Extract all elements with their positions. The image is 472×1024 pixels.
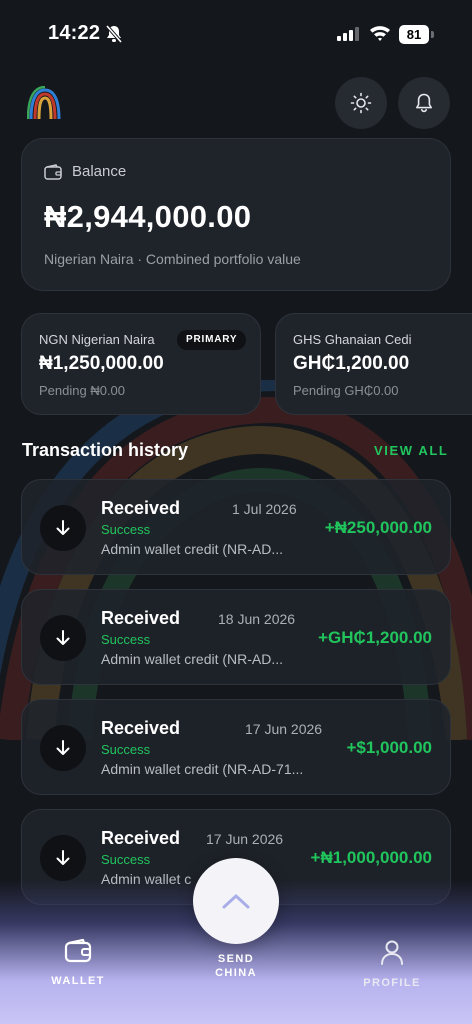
transaction-row[interactable]: Received 17 Jun 2026 Success Admin walle…: [21, 699, 451, 795]
send-china-label: SEND CHINA: [196, 952, 276, 980]
transaction-status: Success: [101, 852, 151, 867]
battery-tip: [431, 31, 434, 38]
send-china-button[interactable]: [193, 858, 279, 944]
transaction-description: Admin wallet credit (NR-AD...: [101, 541, 284, 557]
nav-profile[interactable]: PROFILE: [352, 938, 432, 989]
app-logo: [27, 86, 61, 120]
battery-indicator: 81: [399, 25, 429, 44]
transaction-description: Admin wallet credit (NR-AD...: [101, 651, 284, 667]
balance-card: Balance ₦2,944,000.00 Nigerian Naira · C…: [21, 138, 451, 291]
bell-slash-icon: [105, 24, 123, 44]
currency-amount: ₦1,250,000.00: [39, 353, 164, 374]
arrow-down-icon: [40, 835, 86, 881]
nav-profile-label: PROFILE: [363, 977, 421, 989]
nav-wallet[interactable]: WALLET: [38, 938, 118, 987]
transaction-type: Received: [101, 608, 181, 628]
wifi-icon: [370, 26, 390, 41]
transaction-type: Received: [101, 498, 181, 518]
currency-card-ngn[interactable]: NGN Nigerian Naira PRIMARY ₦1,250,000.00…: [21, 313, 261, 415]
balance-subtitle: Nigerian Naira · Combined portfolio valu…: [44, 251, 301, 267]
status-time: 14:22: [48, 22, 101, 44]
transaction-status: Success: [101, 522, 151, 537]
currency-amount: GH₵1,200.00: [293, 353, 410, 374]
currency-card-ghs[interactable]: GHS Ghanaian Cedi GH₵1,200.00 Pending GH…: [275, 313, 472, 415]
nav-wallet-label: WALLET: [51, 975, 105, 987]
currency-pending: Pending GH₵0.00: [293, 383, 399, 398]
sun-icon: [350, 92, 372, 114]
status-bar: 14:22 81: [0, 0, 472, 70]
balance-amount: ₦2,944,000.00: [44, 199, 252, 234]
transaction-amount: +GH₵1,200.00: [318, 628, 432, 647]
transaction-amount: +₦250,000.00: [324, 518, 432, 537]
currency-name: GHS Ghanaian Cedi: [293, 332, 412, 347]
notifications-button[interactable]: [398, 77, 450, 129]
arrow-down-icon: [40, 615, 86, 661]
user-icon: [381, 940, 403, 965]
transaction-date: 1 Jul 2026: [232, 501, 297, 517]
transaction-type: Received: [101, 828, 181, 848]
chevron-up-icon: [222, 894, 250, 909]
transaction-date: 17 Jun 2026: [206, 831, 284, 847]
transaction-status: Success: [101, 632, 151, 647]
transaction-history-title: Transaction history: [22, 440, 189, 460]
transaction-type: Received: [101, 718, 181, 738]
view-all-link[interactable]: VIEW ALL: [374, 443, 448, 458]
transaction-date: 18 Jun 2026: [218, 611, 296, 627]
balance-label: Balance: [72, 163, 127, 180]
wallet-icon: [44, 163, 62, 180]
currency-name: NGN Nigerian Naira: [39, 332, 155, 347]
transaction-date: 17 Jun 2026: [245, 721, 323, 737]
bell-icon: [416, 93, 432, 113]
theme-toggle-button[interactable]: [335, 77, 387, 129]
currency-pending: Pending ₦0.00: [39, 383, 126, 398]
transaction-status: Success: [101, 742, 151, 757]
primary-badge: PRIMARY: [177, 330, 247, 350]
transaction-row[interactable]: Received 1 Jul 2026 Success Admin wallet…: [21, 479, 451, 575]
transaction-amount: +₦1,000,000.00: [310, 848, 432, 867]
transaction-row[interactable]: Received 18 Jun 2026 Success Admin walle…: [21, 589, 451, 685]
arrow-down-icon: [40, 505, 86, 551]
send-label-line: SEND CHINA: [215, 953, 257, 979]
wallet-icon: [64, 938, 92, 963]
arrow-down-icon: [40, 725, 86, 771]
transaction-amount: +$1,000.00: [346, 738, 432, 757]
cellular-signal-icon: [337, 27, 359, 41]
transaction-description: Admin wallet credit (NR-AD-71...: [101, 761, 304, 777]
